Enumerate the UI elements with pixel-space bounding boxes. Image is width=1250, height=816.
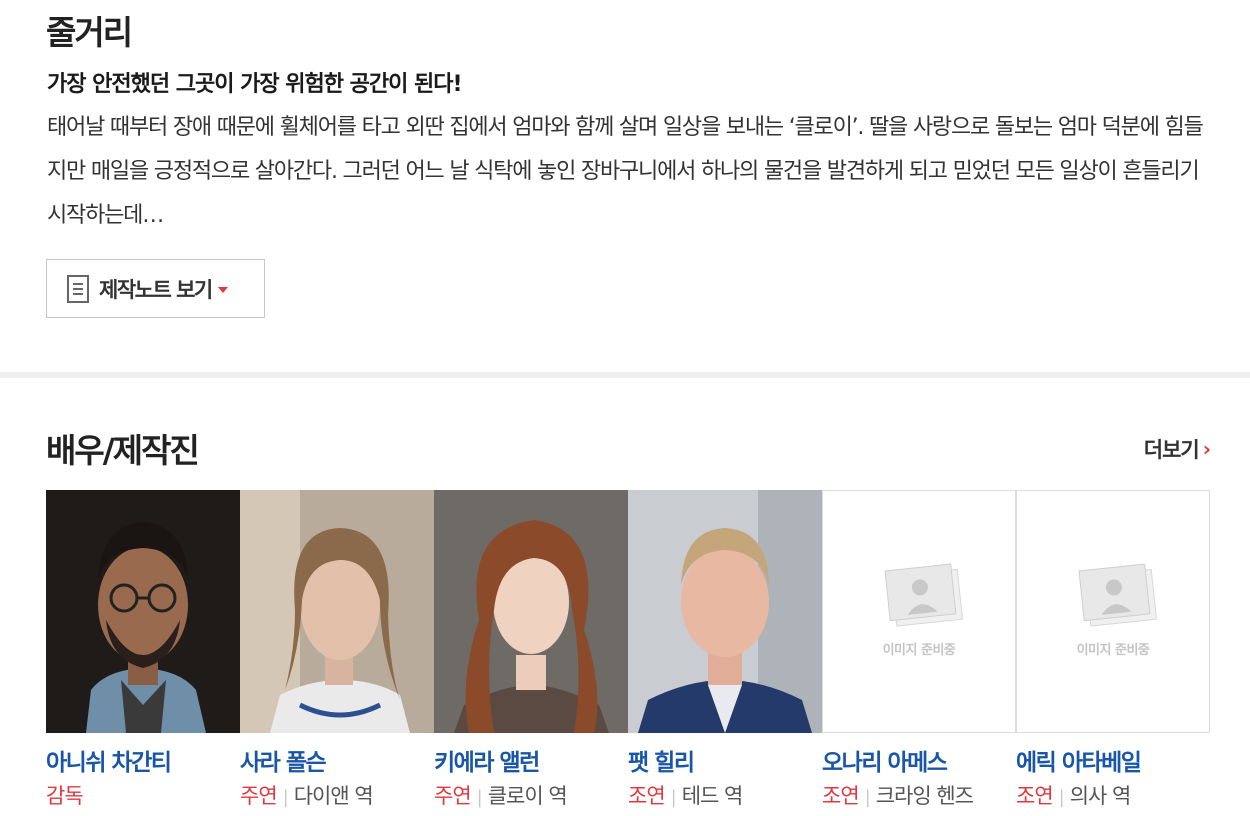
document-icon [67, 274, 89, 303]
role-character: 크라잉 헨즈 [875, 784, 974, 808]
role-character: 테드 역 [681, 784, 744, 808]
cast-list: 아니쉬 차간티 감독 사라 폴슨 주연 | 다이앤 역 키에라 앨런 주연 | … [46, 490, 1210, 816]
cast-card[interactable]: 이미지 준비중 오나리 아메스 조연 | 크라잉 헨즈 [822, 490, 1016, 816]
role-type: 주연 [434, 784, 472, 808]
synopsis-section: 줄거리 가장 안전했던 그곳이 가장 위험한 공간이 된다! 태어날 때부터 장… [0, 0, 1250, 372]
cast-role: 조연 | 의사 역 [1016, 780, 1132, 810]
synopsis-body: 태어날 때부터 장애 때문에 휠체어를 타고 외딴 집에서 엄마와 함께 살며 … [47, 115, 1204, 228]
cast-card[interactable]: 사라 폴슨 주연 | 다이앤 역 [240, 490, 434, 816]
more-label: 더보기 [1143, 438, 1200, 462]
cast-role: 주연 | 클로이 역 [434, 780, 568, 810]
cast-card[interactable]: 키에라 앨런 주연 | 클로이 역 [434, 490, 628, 816]
production-notes-button[interactable]: 제작노트 보기 [46, 259, 265, 318]
role-separator: | [864, 787, 871, 808]
cast-title: 배우/제작진 [46, 431, 200, 470]
role-separator: | [670, 787, 677, 808]
role-type: 감독 [46, 784, 84, 808]
cast-photo[interactable] [628, 490, 822, 733]
placeholder-text: 이미지 준비중 [882, 643, 956, 658]
cast-photo[interactable] [240, 490, 434, 733]
cast-role: 조연 | 테드 역 [628, 780, 744, 810]
cast-role: 조연 | 크라잉 헨즈 [822, 780, 974, 810]
cast-name[interactable]: 오나리 아메스 [822, 743, 948, 777]
more-link[interactable]: 더보기 › [1143, 434, 1211, 464]
role-type: 조연 [1016, 784, 1054, 808]
cast-photo[interactable] [46, 490, 240, 733]
role-type: 조연 [628, 784, 666, 808]
role-character: 의사 역 [1069, 784, 1132, 808]
cast-name[interactable]: 키에라 앨런 [434, 743, 540, 777]
role-character: 클로이 역 [487, 784, 568, 808]
placeholder-image-icon [1078, 563, 1158, 627]
placeholder-image-icon [884, 563, 964, 627]
cast-name[interactable]: 사라 폴슨 [240, 743, 327, 777]
synopsis-title: 줄거리 [46, 13, 133, 52]
cast-card[interactable]: 팻 힐리 조연 | 테드 역 [628, 490, 822, 816]
cast-photo-placeholder[interactable]: 이미지 준비중 [1016, 490, 1210, 733]
synopsis-tagline: 가장 안전했던 그곳이 가장 위험한 공간이 된다! [47, 72, 463, 97]
cast-name[interactable]: 에릭 아타베일 [1016, 743, 1142, 777]
cast-role: 주연 | 다이앤 역 [240, 780, 374, 810]
role-character: 다이앤 역 [293, 784, 374, 808]
cast-card[interactable]: 이미지 준비중 에릭 아타베일 조연 | 의사 역 [1016, 490, 1210, 816]
cast-name[interactable]: 팻 힐리 [628, 743, 695, 777]
cast-role: 감독 [46, 780, 84, 810]
role-separator: | [1058, 787, 1065, 808]
caret-down-icon [217, 286, 228, 293]
role-type: 조연 [822, 784, 860, 808]
cast-name[interactable]: 아니쉬 차간티 [46, 743, 172, 777]
role-separator: | [476, 787, 483, 808]
placeholder-text: 이미지 준비중 [1076, 643, 1150, 658]
section-divider [0, 372, 1250, 378]
cast-photo-placeholder[interactable]: 이미지 준비중 [822, 490, 1016, 733]
cast-photo[interactable] [434, 490, 628, 733]
chevron-right-icon: › [1202, 437, 1211, 461]
role-separator: | [282, 787, 289, 808]
production-notes-label: 제작노트 보기 [99, 277, 213, 302]
cast-card[interactable]: 아니쉬 차간티 감독 [46, 490, 240, 816]
role-type: 주연 [240, 784, 278, 808]
